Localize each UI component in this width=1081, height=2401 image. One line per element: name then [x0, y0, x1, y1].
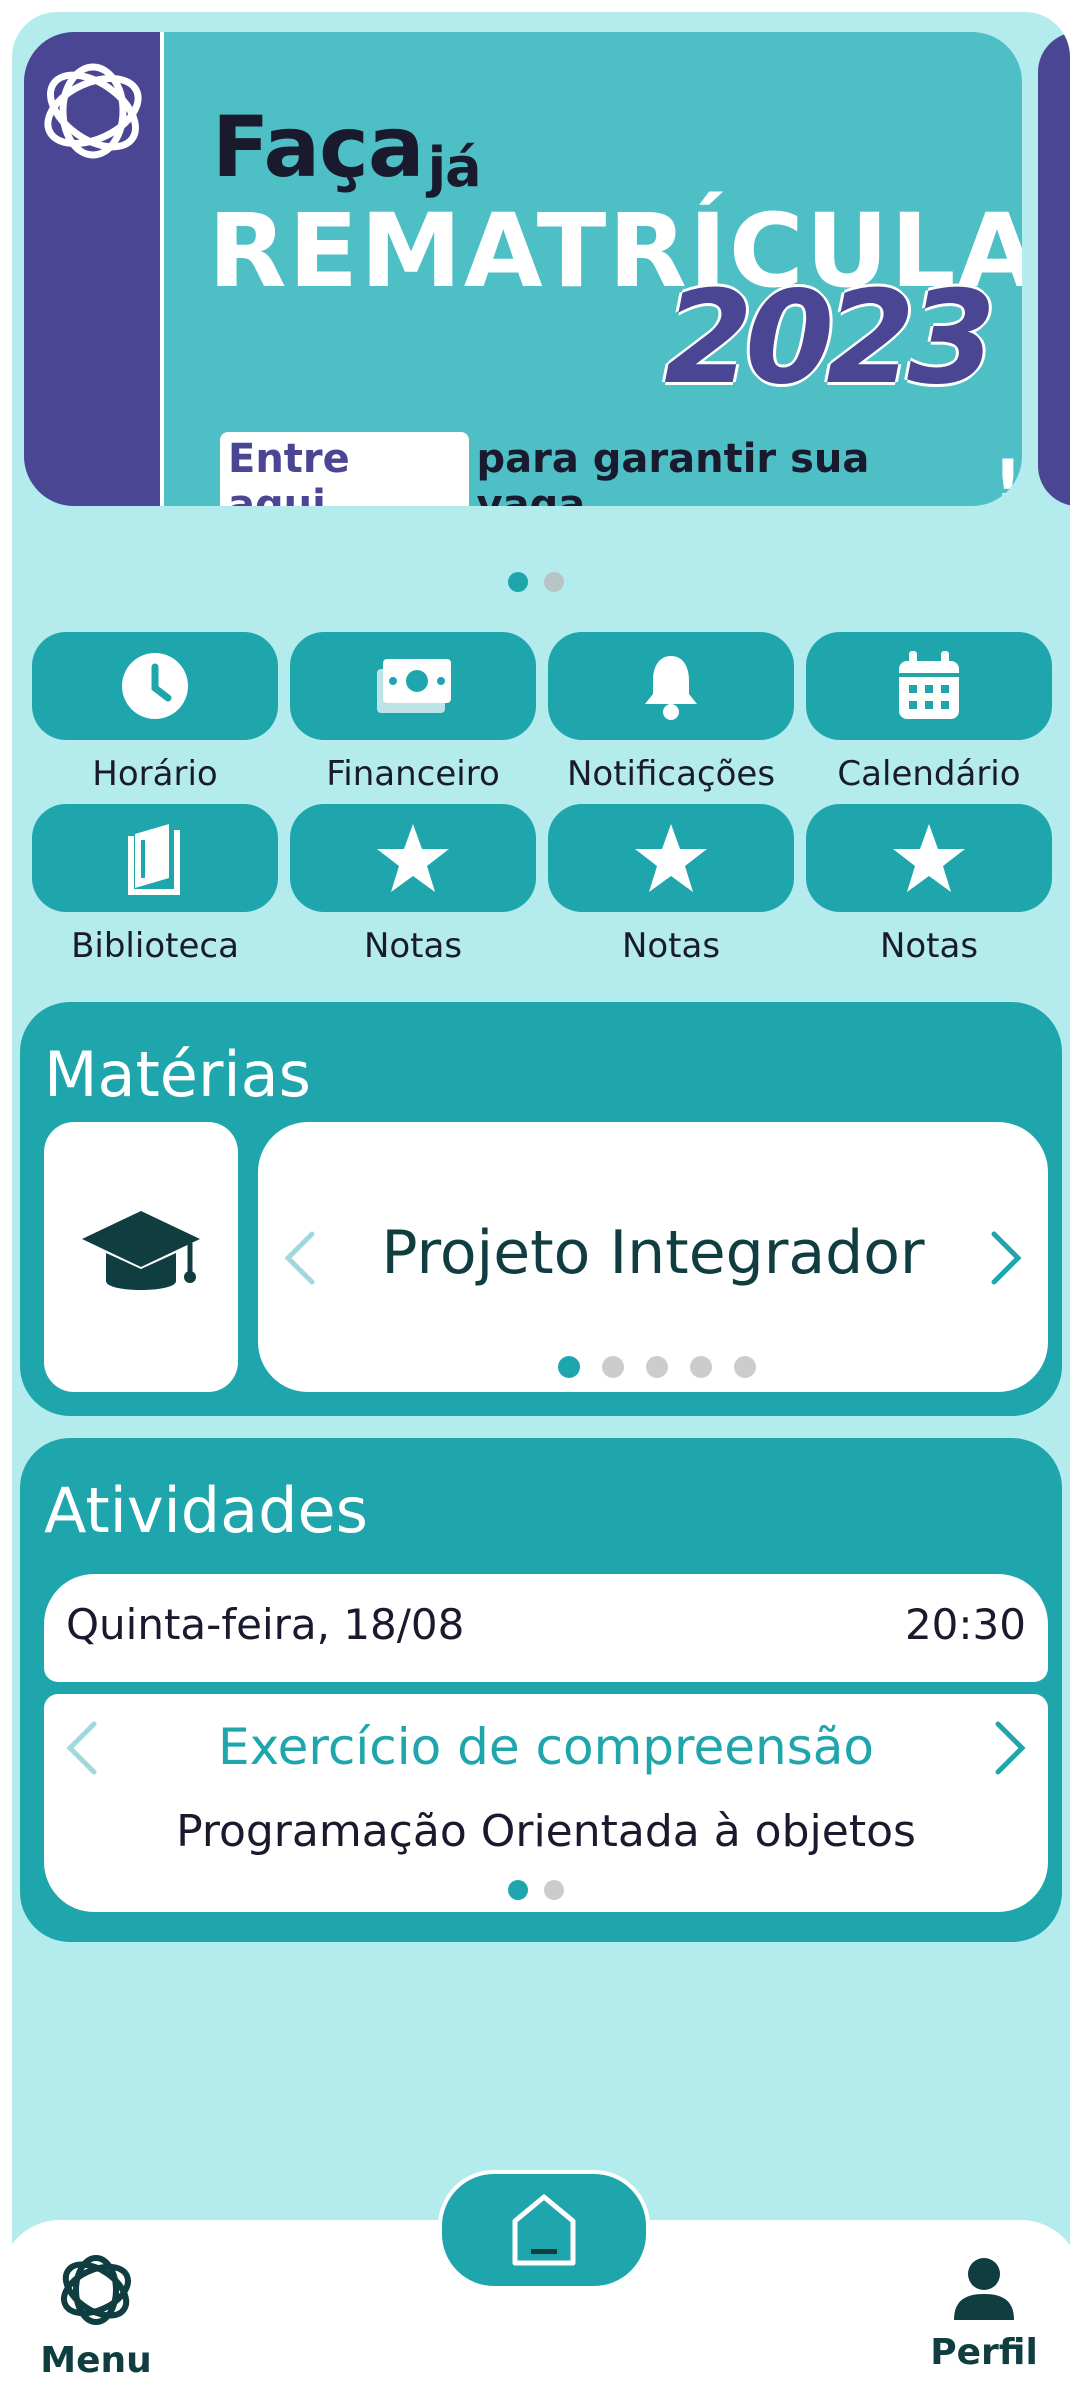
notas-label-1: Notas [363, 926, 463, 966]
bell-icon [645, 656, 697, 720]
pagination-dot[interactable] [508, 1880, 528, 1900]
banner-cta-text: para garantir sua vaga [476, 436, 870, 506]
atividades-card: Atividades Quinta-feira, 18/08 20:30 Exe… [20, 1438, 1062, 1942]
rematricula-banner[interactable]: Façajá REMATRÍCULA 2023 Entre aqui para … [24, 32, 1022, 506]
pagination-dot[interactable] [690, 1356, 712, 1378]
horario-label: Horário [92, 754, 218, 794]
star-icon [377, 824, 449, 892]
financeiro-label: Financeiro [326, 754, 500, 794]
menu-logo-icon [61, 2255, 131, 2325]
money-icon [377, 659, 451, 713]
banner-headline-1: Façajá [212, 98, 482, 199]
perfil-button[interactable]: Perfil [924, 2256, 1044, 2373]
notas-button-2[interactable] [548, 804, 794, 912]
notificacoes-label: Notificações [566, 754, 776, 794]
banner-cta[interactable]: Entre aqui para garantir sua vaga ! [220, 432, 1022, 506]
home-icon [512, 2194, 576, 2266]
pagination-dot[interactable] [508, 572, 528, 592]
clock-icon [122, 653, 188, 719]
notas-button-3[interactable] [806, 804, 1052, 912]
banner-cta-highlight[interactable]: Entre aqui [220, 432, 469, 506]
activity-subject: Programação Orientada à objetos [176, 1806, 916, 1857]
materias-title: Matérias [44, 1038, 311, 1111]
subject-icon-box [44, 1122, 238, 1392]
activity-date: Quinta-feira, 18/08 [66, 1600, 465, 1649]
banner-year: 2023 [664, 264, 996, 413]
pagination-dot[interactable] [544, 1880, 564, 1900]
notas-label-3: Notas [879, 926, 979, 966]
chevron-right-icon[interactable] [994, 1720, 1028, 1776]
pagination-dot[interactable] [558, 1356, 580, 1378]
subject-pagination [558, 1356, 756, 1378]
perfil-label: Perfil [930, 2332, 1038, 2373]
notificacoes-button[interactable] [548, 632, 794, 740]
star-icon [635, 824, 707, 892]
activity-pagination [508, 1880, 564, 1900]
home-button[interactable] [438, 2170, 650, 2290]
activity-carousel[interactable]: Exercício de compreensão Programação Ori… [44, 1694, 1048, 1912]
calendario-label: Calendário [837, 754, 1021, 794]
pagination-dot[interactable] [544, 572, 564, 592]
menu-label: Menu [40, 2340, 152, 2381]
horario-button[interactable] [32, 632, 278, 740]
brand-logo-icon [44, 63, 142, 159]
next-banner-peek[interactable] [1038, 32, 1070, 506]
activity-title[interactable]: Exercício de compreensão [44, 1718, 1048, 1776]
subject-carousel[interactable]: Projeto Integrador [258, 1122, 1048, 1392]
activity-date-row: Quinta-feira, 18/08 20:30 [44, 1574, 1048, 1682]
biblioteca-button[interactable] [32, 804, 278, 912]
calendar-icon [899, 651, 959, 719]
banner-pagination [508, 572, 564, 592]
notas-button-1[interactable] [290, 804, 536, 912]
atividades-title: Atividades [44, 1474, 368, 1547]
menu-button[interactable]: Menu [36, 2250, 156, 2381]
pagination-dot[interactable] [734, 1356, 756, 1378]
pagination-dot[interactable] [602, 1356, 624, 1378]
materias-card: Matérias Projeto Integrador [20, 1002, 1062, 1416]
star-icon [893, 824, 965, 892]
chevron-right-icon[interactable] [990, 1230, 1024, 1286]
notas-label-2: Notas [621, 926, 721, 966]
pagination-dot[interactable] [646, 1356, 668, 1378]
activity-time: 20:30 [904, 1600, 1026, 1649]
financeiro-button[interactable] [290, 632, 536, 740]
banner-cta-exclaim: ! [993, 445, 1022, 507]
biblioteca-label: Biblioteca [71, 926, 239, 966]
subject-name[interactable]: Projeto Integrador [258, 1218, 1048, 1288]
book-icon [128, 824, 180, 895]
user-icon [954, 2258, 1014, 2320]
app-screen: Façajá REMATRÍCULA 2023 Entre aqui para … [12, 12, 1070, 2401]
graduation-cap-icon [82, 1211, 200, 1290]
calendario-button[interactable] [806, 632, 1052, 740]
